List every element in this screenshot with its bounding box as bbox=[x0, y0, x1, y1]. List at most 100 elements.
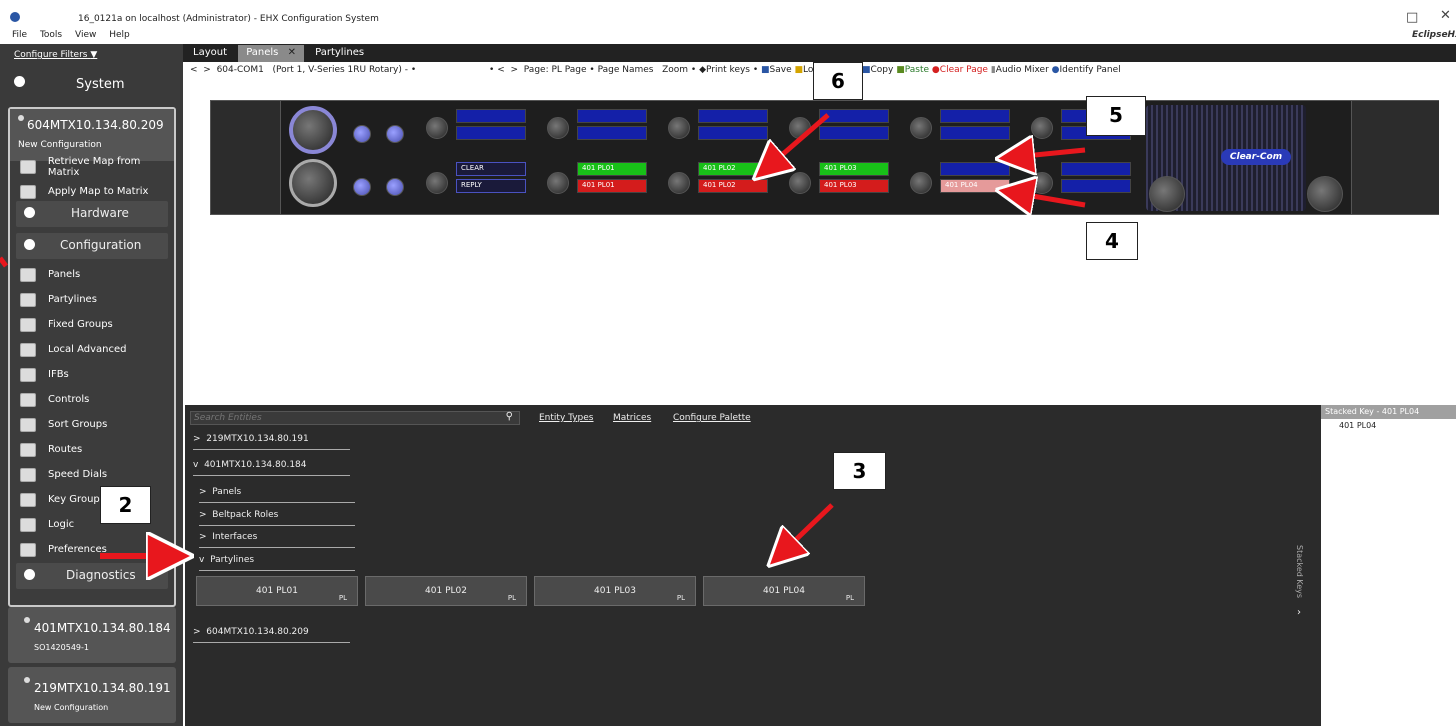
search-input[interactable] bbox=[191, 412, 491, 424]
page-select[interactable]: Page: PL Page bbox=[524, 65, 587, 75]
hpd-button[interactable] bbox=[353, 178, 371, 196]
rotary-knob-top-6[interactable] bbox=[1031, 117, 1053, 139]
tree-beltpack-roles[interactable]: > Beltpack Roles bbox=[199, 510, 355, 526]
key-top-1-b[interactable] bbox=[456, 126, 526, 140]
mic-on-button[interactable] bbox=[353, 125, 371, 143]
clear-key[interactable]: CLEAR bbox=[456, 162, 526, 176]
rotary-knob-top-3[interactable] bbox=[668, 117, 690, 139]
sidebar-item-controls[interactable]: Controls bbox=[10, 387, 174, 412]
key-empty-top[interactable] bbox=[940, 162, 1010, 176]
key-top-5-a[interactable] bbox=[940, 109, 1010, 123]
close-tab-icon[interactable]: ✕ bbox=[288, 47, 296, 58]
key-top-3-b[interactable] bbox=[698, 126, 768, 140]
key-empty-right-top[interactable] bbox=[1061, 162, 1131, 176]
shift-button[interactable] bbox=[386, 125, 404, 143]
rotary-knob-top-1[interactable] bbox=[426, 117, 448, 139]
search-icon[interactable]: ⚲ bbox=[506, 411, 513, 422]
rotary-knob-bottom-6[interactable] bbox=[1031, 172, 1053, 194]
sidebar-item-speed-dials[interactable]: Speed Dials bbox=[10, 462, 174, 487]
rotary-knob-bottom-2[interactable] bbox=[547, 172, 569, 194]
sidebar-item-preferences[interactable]: Preferences bbox=[10, 537, 174, 562]
load-button[interactable]: ■Lo bbox=[795, 65, 814, 75]
sidebar-item-ifbs[interactable]: IFBs bbox=[10, 362, 174, 387]
matrices-link[interactable]: Matrices bbox=[613, 413, 651, 423]
entity-types-link[interactable]: Entity Types bbox=[539, 413, 594, 423]
copy-button[interactable]: ■Copy bbox=[862, 65, 893, 75]
sidebar-item-routes[interactable]: Routes bbox=[10, 437, 174, 462]
rotary-knob-bottom-5[interactable] bbox=[910, 172, 932, 194]
menu-help[interactable]: Help bbox=[109, 30, 130, 40]
rotary-knob-top-2[interactable] bbox=[547, 117, 569, 139]
reply-key[interactable]: REPLY bbox=[456, 179, 526, 193]
palette-401-pl02[interactable]: 401 PL02 PL bbox=[365, 576, 527, 606]
sidebar-item-partylines[interactable]: Partylines bbox=[10, 287, 174, 312]
search-box[interactable]: ⚲ bbox=[190, 411, 520, 425]
key-empty-right-bottom[interactable] bbox=[1061, 179, 1131, 193]
tree-604mtx[interactable]: > 604MTX10.134.80.209 bbox=[193, 627, 350, 643]
menu-file[interactable]: File bbox=[12, 30, 27, 40]
sidebar-item-sort-groups[interactable]: Sort Groups bbox=[10, 412, 174, 437]
key-401-pl02-talk[interactable]: 401 PL02 bbox=[698, 162, 768, 176]
rotary-knob-top-5[interactable] bbox=[910, 117, 932, 139]
matrix-401-card[interactable]: 401MTX10.134.80.184 SO1420549-1 bbox=[8, 607, 176, 663]
paste-button[interactable]: ■Paste bbox=[896, 65, 929, 75]
rotary-knob-top-4[interactable] bbox=[789, 117, 811, 139]
configuration-section[interactable]: Configuration bbox=[16, 233, 168, 259]
palette-401-pl03[interactable]: 401 PL03 PL bbox=[534, 576, 696, 606]
menu-button[interactable] bbox=[386, 178, 404, 196]
menu-tools[interactable]: Tools bbox=[40, 30, 62, 40]
page-names-select[interactable]: Page Names bbox=[598, 65, 654, 75]
zoom-select[interactable]: Zoom bbox=[662, 65, 688, 75]
clear-page-button[interactable]: ●Clear Page bbox=[932, 65, 988, 75]
key-401-pl01-talk[interactable]: 401 PL01 bbox=[577, 162, 647, 176]
matrix-219-card[interactable]: 219MTX10.134.80.191 New Configuration bbox=[8, 667, 176, 723]
tab-partylines[interactable]: Partylines bbox=[307, 45, 373, 62]
rotary-knob-bottom-1[interactable] bbox=[426, 172, 448, 194]
print-keys-button[interactable]: ◆Print keys bbox=[699, 65, 750, 75]
aux-volume-knob[interactable] bbox=[1307, 176, 1343, 212]
save-button[interactable]: ■Save bbox=[761, 65, 792, 75]
stacked-key-item[interactable]: 401 PL04 bbox=[1321, 419, 1456, 432]
sidebar-item-local-advanced[interactable]: Local Advanced bbox=[10, 337, 174, 362]
sidebar-item-fixed-groups[interactable]: Fixed Groups bbox=[10, 312, 174, 337]
key-401-pl02-listen[interactable]: 401 PL02 bbox=[698, 179, 768, 193]
key-401-pl04[interactable]: 401 PL04 bbox=[940, 179, 1010, 193]
rotary-knob-bottom-3[interactable] bbox=[668, 172, 690, 194]
diagnostics-section[interactable]: Diagnostics bbox=[16, 563, 168, 589]
audio-mixer-button[interactable]: ▮Audio Mixer bbox=[991, 65, 1049, 75]
key-top-4-b[interactable] bbox=[819, 126, 889, 140]
main-volume-knob[interactable] bbox=[1149, 176, 1185, 212]
key-top-1-a[interactable] bbox=[456, 109, 526, 123]
key-401-pl03-listen[interactable]: 401 PL03 bbox=[819, 179, 889, 193]
key-top-2-a[interactable] bbox=[577, 109, 647, 123]
key-401-pl03-talk[interactable]: 401 PL03 bbox=[819, 162, 889, 176]
menu-view[interactable]: View bbox=[75, 30, 96, 40]
tree-401mtx[interactable]: v 401MTX10.134.80.184 bbox=[193, 460, 350, 476]
tree-219mtx[interactable]: > 219MTX10.134.80.191 bbox=[193, 434, 350, 450]
next-page-button[interactable]: > bbox=[511, 65, 519, 75]
retrieve-map-button[interactable]: Retrieve Map from Matrix bbox=[10, 154, 174, 179]
tree-partylines[interactable]: v Partylines bbox=[199, 555, 355, 571]
palette-401-pl04[interactable]: 401 PL04 PL bbox=[703, 576, 865, 606]
key-top-5-b[interactable] bbox=[940, 126, 1010, 140]
prev-page-button[interactable]: < bbox=[497, 65, 505, 75]
configure-palette-link[interactable]: Configure Palette bbox=[673, 413, 751, 423]
tree-panels[interactable]: > Panels bbox=[199, 487, 355, 503]
next-panel-button[interactable]: > bbox=[203, 65, 211, 75]
restore-icon[interactable]: □ bbox=[1406, 10, 1418, 25]
hardware-section[interactable]: Hardware bbox=[16, 201, 168, 227]
tab-layout[interactable]: Layout bbox=[185, 45, 235, 62]
panel-select[interactable]: 604-COM1 bbox=[217, 65, 264, 75]
tab-panels[interactable]: Panels ✕ bbox=[238, 45, 304, 62]
close-icon[interactable]: ✕ bbox=[1440, 8, 1451, 23]
key-top-4-a[interactable] bbox=[819, 109, 889, 123]
stacked-keys-toggle[interactable]: Stacked Keys › bbox=[1295, 545, 1315, 625]
configure-filters-link[interactable]: Configure Filters ▼ bbox=[14, 50, 97, 60]
rotary-knob-bottom-4[interactable] bbox=[789, 172, 811, 194]
system-section[interactable]: System bbox=[8, 68, 175, 100]
tree-interfaces[interactable]: > Interfaces bbox=[199, 532, 355, 548]
identify-panel-button[interactable]: ●Identify Panel bbox=[1052, 65, 1121, 75]
palette-401-pl01[interactable]: 401 PL01 PL bbox=[196, 576, 358, 606]
key-top-3-a[interactable] bbox=[698, 109, 768, 123]
key-401-pl01-listen[interactable]: 401 PL01 bbox=[577, 179, 647, 193]
